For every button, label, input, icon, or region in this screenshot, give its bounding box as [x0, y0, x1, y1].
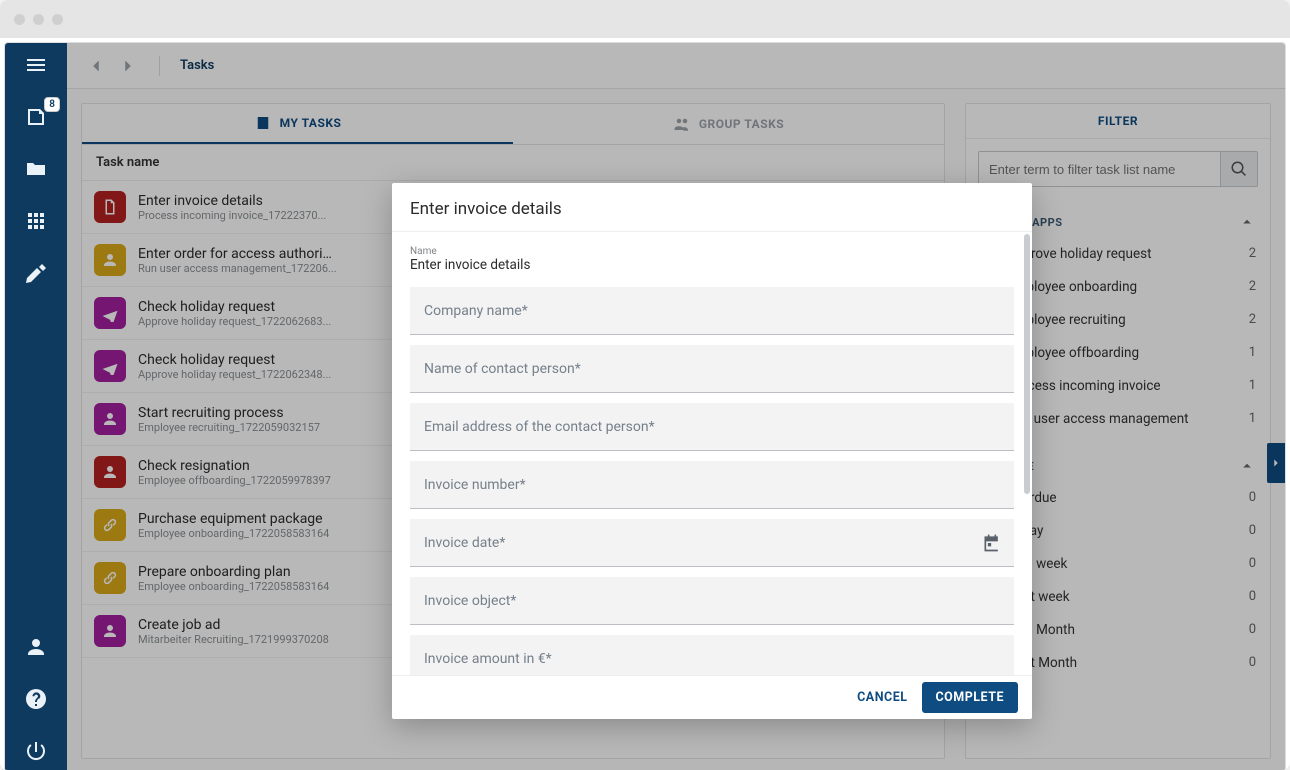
modal-scrollbar[interactable] [1024, 234, 1030, 494]
help-icon[interactable] [24, 687, 48, 711]
text-field[interactable]: Email address of the contact person* [410, 403, 1014, 451]
power-icon[interactable] [24, 739, 48, 763]
text-field[interactable]: Invoice amount in €* [410, 635, 1014, 675]
browser-frame: 8 [0, 0, 1290, 770]
folder-icon[interactable] [24, 157, 48, 181]
text-field[interactable]: Name of contact person* [410, 345, 1014, 393]
complete-button[interactable]: COMPLETE [922, 682, 1019, 713]
sidebar: 8 [5, 43, 67, 770]
apps-icon[interactable] [24, 209, 48, 233]
window-titlebar [0, 0, 1290, 38]
modal-title: Enter invoice details [392, 183, 1032, 232]
modal-footer: CANCEL COMPLETE [392, 675, 1032, 719]
modal-enter-invoice: Enter invoice details Name Enter invoice… [392, 183, 1032, 719]
text-field[interactable]: Invoice date* [410, 519, 1014, 567]
app-shell: 8 [4, 42, 1286, 770]
calendar-icon[interactable] [982, 533, 1002, 553]
settings-icon[interactable] [24, 261, 48, 285]
traffic-light-max[interactable] [52, 14, 63, 25]
modal-body: Name Enter invoice details Company name*… [392, 232, 1032, 675]
modal-name-label: Name [410, 246, 1014, 257]
text-field[interactable]: Company name* [410, 287, 1014, 335]
main-area: Tasks MY TASKS [67, 43, 1285, 770]
menu-icon[interactable] [24, 53, 48, 77]
tasks-badge: 8 [44, 97, 60, 112]
modal-name-value: Enter invoice details [410, 257, 1014, 273]
text-field[interactable]: Invoice number* [410, 461, 1014, 509]
traffic-light-min[interactable] [33, 14, 44, 25]
cancel-button[interactable]: CANCEL [857, 690, 907, 705]
traffic-light-close[interactable] [14, 14, 25, 25]
tasks-icon[interactable]: 8 [24, 105, 48, 129]
text-field[interactable]: Invoice object* [410, 577, 1014, 625]
account-icon[interactable] [24, 635, 48, 659]
